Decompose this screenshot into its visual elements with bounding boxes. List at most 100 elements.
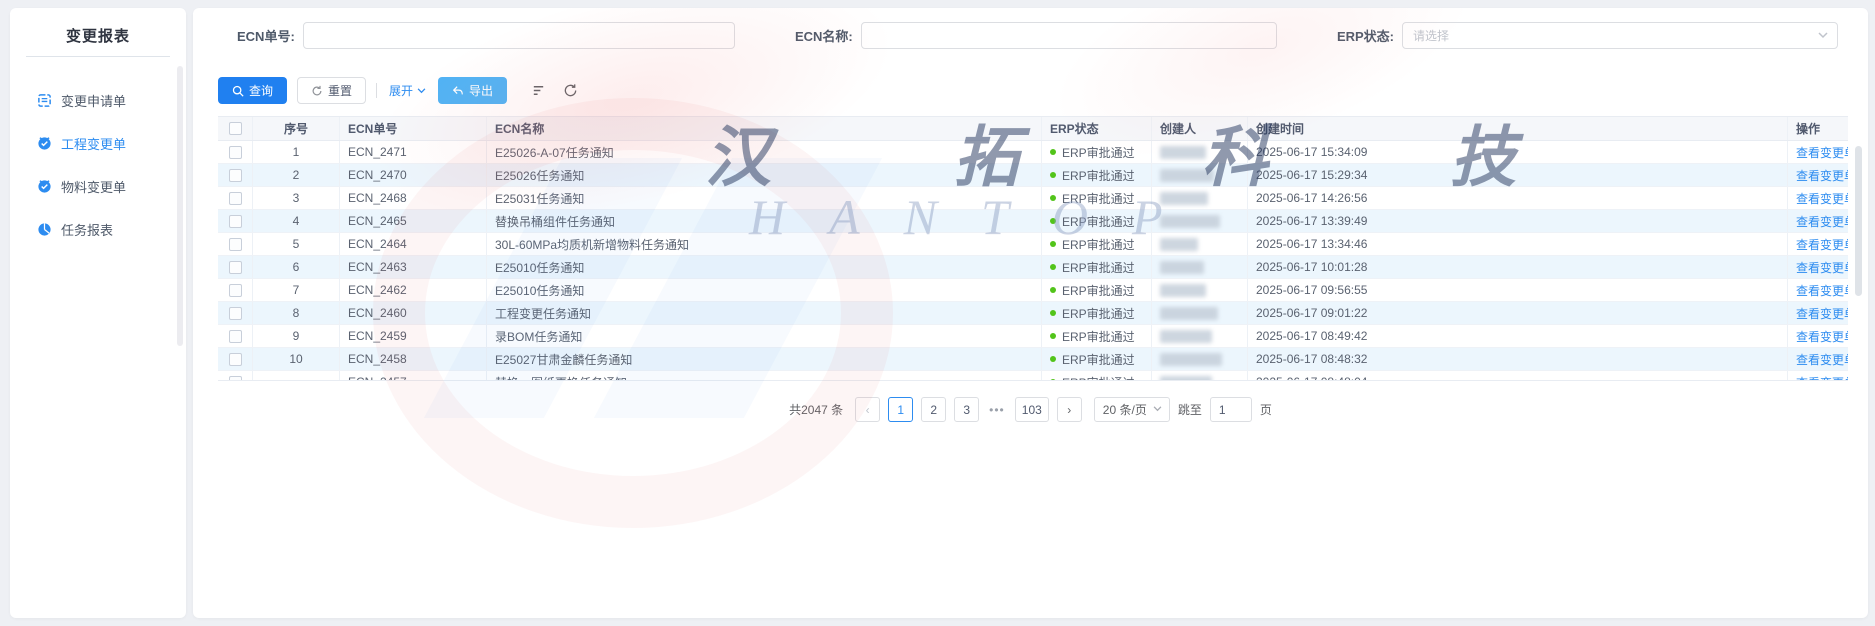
- col-ecn-no: ECN单号: [340, 117, 487, 140]
- creator-cell: [1152, 187, 1248, 209]
- erp-status-cell: ERP审批通过: [1042, 233, 1152, 255]
- density-lines-icon[interactable]: [531, 83, 547, 99]
- status-text: ERP审批通过: [1062, 282, 1135, 299]
- view-change-order-link[interactable]: 查看变更单: [1796, 144, 1848, 161]
- jump-page-input[interactable]: [1210, 397, 1252, 422]
- page-button-1[interactable]: 1: [888, 397, 913, 422]
- status-text: ERP审批通过: [1062, 374, 1135, 382]
- sidebar-item-engineering-change[interactable]: 工程变更单: [10, 122, 186, 165]
- row-checkbox[interactable]: [229, 330, 242, 343]
- erp-status-label: ERP状态:: [1337, 26, 1394, 45]
- next-page-button[interactable]: ›: [1057, 397, 1082, 422]
- sidebar-item-material-change[interactable]: 物料变更单: [10, 165, 186, 208]
- pie-chart-icon: [37, 222, 52, 237]
- ecn-name-cell: E25010任务通知: [487, 279, 1042, 301]
- page-button-3[interactable]: 3: [954, 397, 979, 422]
- row-checkbox[interactable]: [229, 192, 242, 205]
- row-checkbox[interactable]: [229, 215, 242, 228]
- page-button-last[interactable]: 103: [1015, 397, 1049, 422]
- ecn-no-cell: ECN_2463: [340, 256, 487, 278]
- row-checkbox-cell: [218, 187, 253, 209]
- table-row: 7 ECN_2462 E25010任务通知 ERP审批通过 2025-06-17…: [218, 279, 1848, 302]
- ecn-no-cell: ECN_2464: [340, 233, 487, 255]
- page-button-2[interactable]: 2: [921, 397, 946, 422]
- col-created-at: 创建时间: [1248, 117, 1788, 140]
- table-scrollbar[interactable]: [1855, 146, 1862, 296]
- creator-redacted: [1160, 192, 1208, 205]
- action-cell: 查看变更单: [1788, 371, 1848, 381]
- view-change-order-link[interactable]: 查看变更单: [1796, 282, 1848, 299]
- created-at-cell: 2025-06-17 15:29:34: [1248, 164, 1788, 186]
- view-change-order-link[interactable]: 查看变更单: [1796, 351, 1848, 368]
- created-at-cell: 2025-06-17 14:26:56: [1248, 187, 1788, 209]
- status-text: ERP审批通过: [1062, 144, 1135, 161]
- refresh-circle-icon[interactable]: [563, 83, 579, 99]
- sidebar-item-task-report[interactable]: 任务报表: [10, 208, 186, 251]
- created-at-cell: 2025-06-17 10:01:28: [1248, 256, 1788, 278]
- status-text: ERP审批通过: [1062, 236, 1135, 253]
- seq-cell: 2: [253, 164, 340, 186]
- row-checkbox-cell: [218, 348, 253, 370]
- page-size-select[interactable]: 20 条/页: [1094, 397, 1170, 422]
- erp-status-cell: ERP审批通过: [1042, 348, 1152, 370]
- row-checkbox[interactable]: [229, 376, 242, 382]
- ecn-no-cell: ECN_2460: [340, 302, 487, 324]
- ecn-name-cell: E25027甘肃金麟任务通知: [487, 348, 1042, 370]
- row-checkbox-cell: [218, 141, 253, 163]
- row-checkbox-cell: [218, 279, 253, 301]
- ecn-name-label: ECN名称:: [795, 26, 853, 45]
- expand-toggle[interactable]: 展开: [389, 82, 426, 99]
- created-at-cell: 2025-06-17 13:39:49: [1248, 210, 1788, 232]
- sidebar-item-label: 变更申请单: [61, 91, 126, 110]
- status-text: ERP审批通过: [1062, 351, 1135, 368]
- view-change-order-link[interactable]: 查看变更单: [1796, 213, 1848, 230]
- page-ellipsis[interactable]: •••: [987, 403, 1007, 417]
- prev-page-button[interactable]: ‹: [855, 397, 880, 422]
- action-cell: 查看变更单: [1788, 164, 1848, 186]
- view-change-order-link[interactable]: 查看变更单: [1796, 190, 1848, 207]
- erp-status-cell: ERP审批通过: [1042, 141, 1152, 163]
- erp-status-cell: ERP审批通过: [1042, 371, 1152, 381]
- creator-cell: [1152, 164, 1248, 186]
- view-change-order-link[interactable]: 查看变更单: [1796, 374, 1848, 382]
- row-checkbox-cell: [218, 302, 253, 324]
- created-at-cell: 2025-06-17 08:49:42: [1248, 325, 1788, 347]
- status-text: ERP审批通过: [1062, 305, 1135, 322]
- status-text: ERP审批通过: [1062, 167, 1135, 184]
- row-checkbox[interactable]: [229, 307, 242, 320]
- creator-cell: [1152, 325, 1248, 347]
- select-all-checkbox[interactable]: [229, 122, 242, 135]
- search-button[interactable]: 查询: [218, 77, 287, 104]
- seq-cell: [253, 371, 340, 381]
- view-change-order-link[interactable]: 查看变更单: [1796, 328, 1848, 345]
- created-at-cell: 2025-06-17 08:48:04: [1248, 371, 1788, 381]
- pagination: 共2047 条 ‹ 1 2 3 ••• 103 › 20 条/页 跳至 页: [193, 397, 1868, 422]
- sidebar-scrollbar[interactable]: [177, 66, 183, 346]
- row-checkbox[interactable]: [229, 146, 242, 159]
- row-checkbox[interactable]: [229, 353, 242, 366]
- row-checkbox[interactable]: [229, 284, 242, 297]
- export-arrow-icon: [452, 85, 464, 97]
- sidebar-title: 变更报表: [10, 8, 186, 46]
- view-change-order-link[interactable]: 查看变更单: [1796, 259, 1848, 276]
- row-checkbox[interactable]: [229, 238, 242, 251]
- chevron-down-icon: [1818, 32, 1828, 39]
- status-dot: [1050, 287, 1056, 293]
- creator-redacted: [1160, 330, 1212, 343]
- export-button[interactable]: 导出: [438, 77, 507, 104]
- view-change-order-link[interactable]: 查看变更单: [1796, 167, 1848, 184]
- creator-redacted: [1160, 215, 1220, 228]
- status-text: ERP审批通过: [1062, 259, 1135, 276]
- ecn-name-input[interactable]: [861, 22, 1277, 49]
- erp-status-select[interactable]: 请选择: [1402, 22, 1838, 49]
- view-change-order-link[interactable]: 查看变更单: [1796, 305, 1848, 322]
- ecn-no-input[interactable]: [303, 22, 735, 49]
- sidebar-item-change-request[interactable]: 变更申请单: [10, 79, 186, 122]
- row-checkbox[interactable]: [229, 169, 242, 182]
- row-checkbox[interactable]: [229, 261, 242, 274]
- reset-button[interactable]: 重置: [297, 77, 366, 104]
- view-change-order-link[interactable]: 查看变更单: [1796, 236, 1848, 253]
- badge-check-icon: [37, 136, 52, 151]
- action-cell: 查看变更单: [1788, 302, 1848, 324]
- ecn-no-cell: ECN_2457: [340, 371, 487, 381]
